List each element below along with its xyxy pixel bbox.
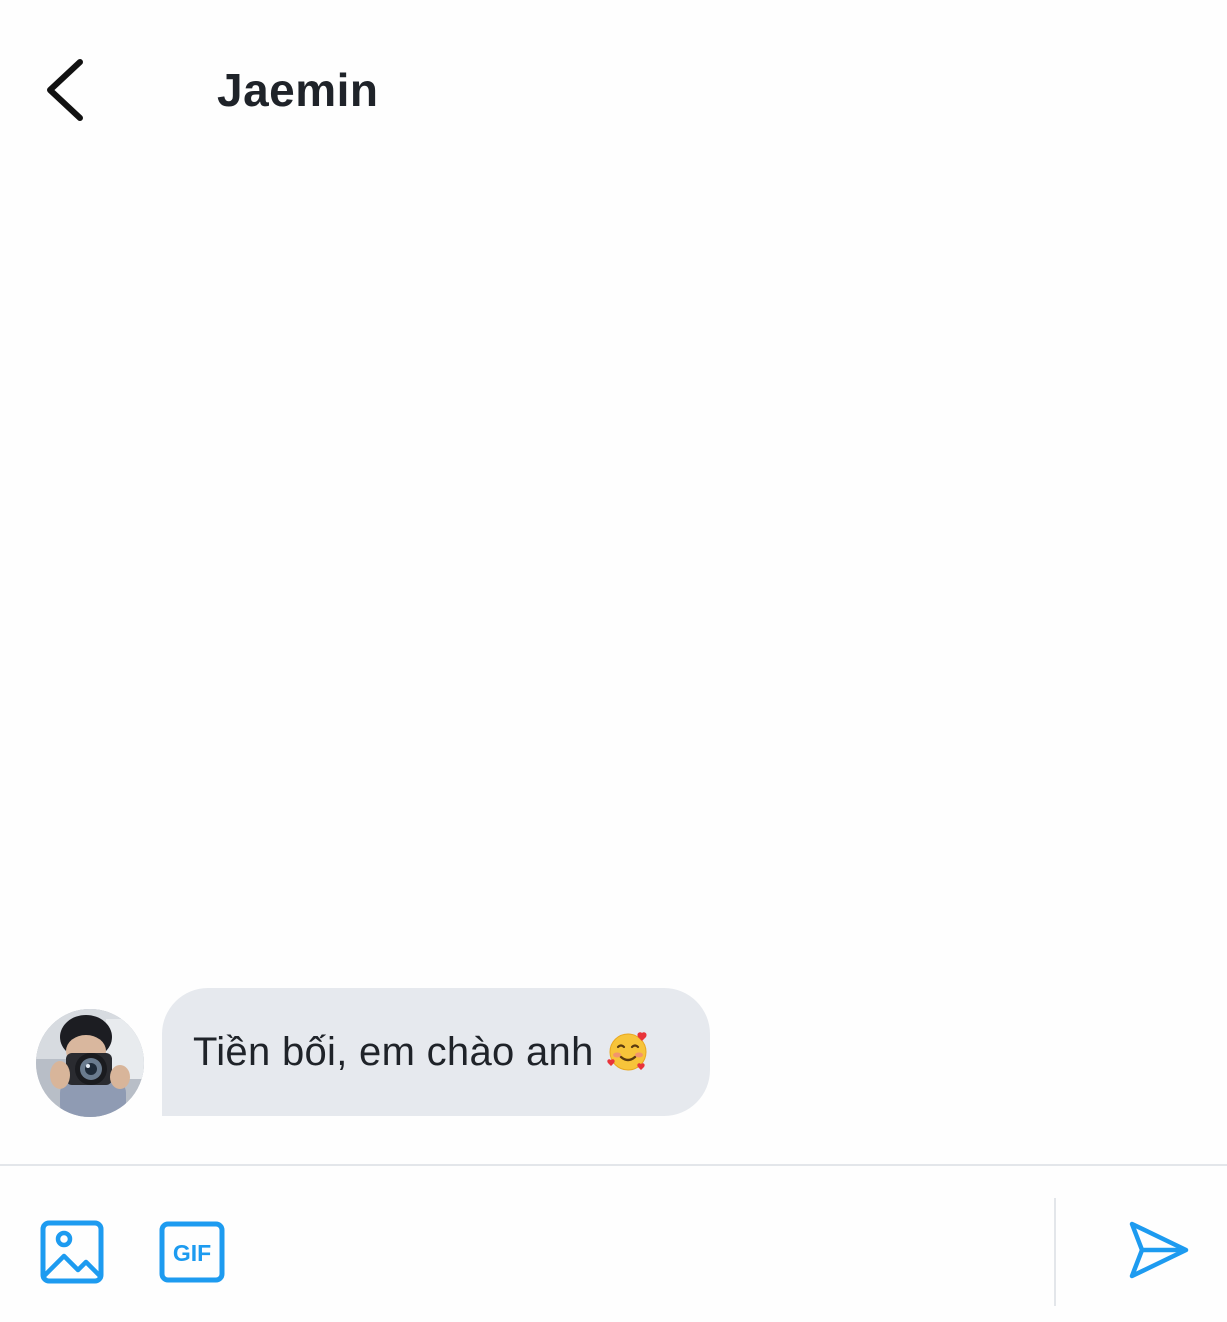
message-input-container[interactable] bbox=[260, 1206, 1044, 1298]
composer-separator bbox=[1054, 1198, 1056, 1306]
gif-icon: GIF bbox=[159, 1221, 225, 1283]
conversation-title[interactable]: Jaemin bbox=[217, 60, 379, 120]
attach-image-button[interactable] bbox=[40, 1220, 104, 1284]
chevron-left-icon bbox=[47, 59, 83, 121]
send-button[interactable] bbox=[1126, 1218, 1190, 1282]
send-icon bbox=[1129, 1221, 1189, 1279]
message-input[interactable] bbox=[260, 1206, 1044, 1298]
message-list: Tiền bối, em chào anh bbox=[0, 180, 1227, 1164]
dm-conversation-screen: Jaemin Tiền bối, em chào anh GIF bbox=[0, 0, 1227, 1322]
smiling-face-with-hearts-icon bbox=[606, 1030, 650, 1074]
conversation-header: Jaemin bbox=[0, 0, 1227, 180]
message-composer: GIF bbox=[0, 1166, 1227, 1322]
gif-label: GIF bbox=[173, 1240, 211, 1266]
attach-gif-button[interactable]: GIF bbox=[159, 1221, 225, 1283]
image-icon bbox=[40, 1220, 104, 1284]
message-text: Tiền bối, em chào anh bbox=[193, 1029, 594, 1074]
avatar-image bbox=[36, 1009, 144, 1117]
back-button[interactable] bbox=[30, 50, 100, 130]
avatar[interactable] bbox=[36, 1009, 144, 1117]
message-bubble[interactable]: Tiền bối, em chào anh bbox=[162, 988, 710, 1116]
